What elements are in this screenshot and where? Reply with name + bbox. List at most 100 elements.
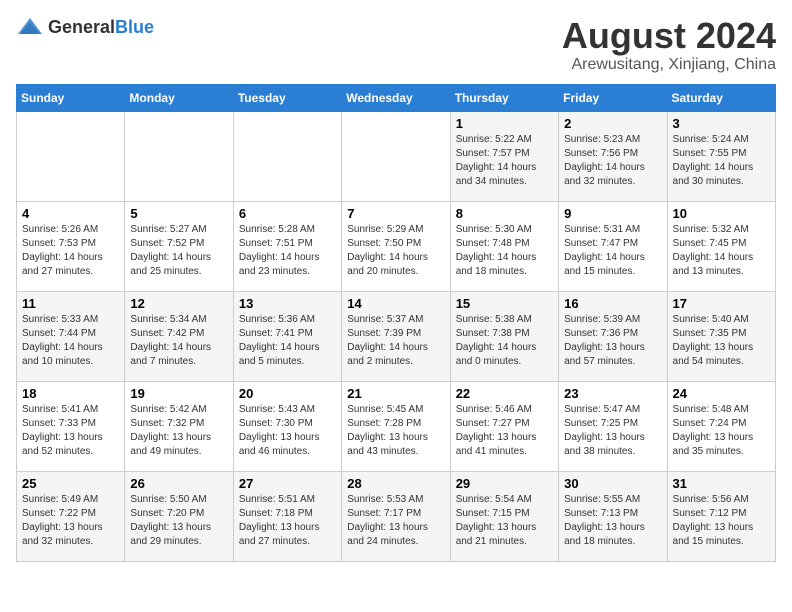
day-content-line: Sunrise: 5:50 AM [130,493,227,507]
day-cell: 17Sunrise: 5:40 AMSunset: 7:35 PMDayligh… [667,291,775,381]
weekday-header-monday: Monday [125,84,233,111]
day-content-line: and 49 minutes. [130,445,227,459]
day-content-line: Daylight: 14 hours [239,251,336,265]
day-number: 8 [456,206,553,221]
day-content-line: Sunrise: 5:45 AM [347,403,444,417]
day-content-line: Sunset: 7:17 PM [347,507,444,521]
day-content-line: Daylight: 13 hours [347,521,444,535]
day-number: 31 [673,476,770,491]
day-content-line: Sunrise: 5:38 AM [456,313,553,327]
weekday-header-friday: Friday [559,84,667,111]
day-content-line: Daylight: 14 hours [673,161,770,175]
day-content-line: and 52 minutes. [22,445,119,459]
day-content-line: Daylight: 13 hours [673,521,770,535]
day-cell: 23Sunrise: 5:47 AMSunset: 7:25 PMDayligh… [559,381,667,471]
day-content-line: Daylight: 13 hours [347,431,444,445]
day-cell: 9Sunrise: 5:31 AMSunset: 7:47 PMDaylight… [559,201,667,291]
day-content-line: Daylight: 13 hours [22,521,119,535]
day-number: 22 [456,386,553,401]
day-content-line: Sunrise: 5:26 AM [22,223,119,237]
day-cell: 11Sunrise: 5:33 AMSunset: 7:44 PMDayligh… [17,291,125,381]
day-content-line: Sunset: 7:47 PM [564,237,661,251]
day-content-line: and 41 minutes. [456,445,553,459]
day-content-line: and 25 minutes. [130,265,227,279]
day-content-line: Sunrise: 5:29 AM [347,223,444,237]
day-content-line: Sunset: 7:36 PM [564,327,661,341]
day-content-line: and 24 minutes. [347,535,444,549]
day-content-line: and 5 minutes. [239,355,336,369]
day-content-line: and 35 minutes. [673,445,770,459]
day-content-line: Sunrise: 5:53 AM [347,493,444,507]
day-content-line: Sunrise: 5:49 AM [22,493,119,507]
day-cell: 24Sunrise: 5:48 AMSunset: 7:24 PMDayligh… [667,381,775,471]
day-content-line: Sunset: 7:57 PM [456,147,553,161]
day-content-line: Daylight: 14 hours [22,341,119,355]
day-content-line: Sunrise: 5:39 AM [564,313,661,327]
day-content-line: Daylight: 13 hours [456,521,553,535]
day-content-line: Daylight: 14 hours [456,161,553,175]
day-number: 25 [22,476,119,491]
day-content-line: and 30 minutes. [673,175,770,189]
day-content-line: Sunset: 7:25 PM [564,417,661,431]
day-cell: 16Sunrise: 5:39 AMSunset: 7:36 PMDayligh… [559,291,667,381]
day-number: 4 [22,206,119,221]
day-number: 10 [673,206,770,221]
day-content-line: Sunrise: 5:32 AM [673,223,770,237]
day-number: 11 [22,296,119,311]
weekday-header-wednesday: Wednesday [342,84,450,111]
day-cell: 15Sunrise: 5:38 AMSunset: 7:38 PMDayligh… [450,291,558,381]
day-content-line: Sunset: 7:28 PM [347,417,444,431]
week-row-2: 4Sunrise: 5:26 AMSunset: 7:53 PMDaylight… [17,201,776,291]
day-cell [17,111,125,201]
day-content-line: Sunrise: 5:28 AM [239,223,336,237]
day-cell: 25 Sunrise: 5:49 AMSunset: 7:22 PMDayligh… [17,471,125,561]
day-content-line: Sunset: 7:45 PM [673,237,770,251]
day-cell: 3Sunrise: 5:24 AMSunset: 7:55 PMDaylight… [667,111,775,201]
day-content-line: Sunset: 7:51 PM [239,237,336,251]
day-content-line: and 2 minutes. [347,355,444,369]
logo: GeneralBlue [16,16,154,38]
day-content-line: Sunrise: 5:51 AM [239,493,336,507]
day-content-line: Sunrise: 5:42 AM [130,403,227,417]
day-content-line: Daylight: 14 hours [347,341,444,355]
day-content-line: Daylight: 13 hours [130,521,227,535]
day-number: 7 [347,206,444,221]
day-content-line: Daylight: 13 hours [239,521,336,535]
day-content-line: Sunset: 7:48 PM [456,237,553,251]
day-content-line: Sunset: 7:18 PM [239,507,336,521]
day-cell: 8 Sunrise: 5:30 AMSunset: 7:48 PMDaylight… [450,201,558,291]
month-year: August 2024 [562,16,776,56]
day-content-line: Daylight: 13 hours [673,431,770,445]
day-content-line: and 43 minutes. [347,445,444,459]
day-content-line: Daylight: 14 hours [347,251,444,265]
day-cell: 12Sunrise: 5:34 AMSunset: 7:42 PMDayligh… [125,291,233,381]
day-content-line: and 27 minutes. [239,535,336,549]
day-content-line: Sunset: 7:56 PM [564,147,661,161]
day-content-line: Sunrise: 5:48 AM [673,403,770,417]
day-content-line: Sunset: 7:12 PM [673,507,770,521]
day-content-line: and 32 minutes. [564,175,661,189]
day-content-line: Daylight: 13 hours [456,431,553,445]
day-content-line: and 32 minutes. [22,535,119,549]
day-number: 3 [673,116,770,131]
week-row-5: 25Sunrise: 5:49 AMSunset: 7:22 PMDayligh… [17,471,776,561]
day-content-line: Daylight: 14 hours [130,251,227,265]
location: Arewusitang, Xinjiang, China [562,56,776,74]
day-cell: 7Sunrise: 5:29 AMSunset: 7:50 PMDaylight… [342,201,450,291]
day-number: 9 [564,206,661,221]
day-cell: 21Sunrise: 5:45 AMSunset: 7:28 PMDayligh… [342,381,450,471]
day-number: 1 [456,116,553,131]
day-content-line: and 10 minutes. [22,355,119,369]
day-content-line: Sunrise: 5:22 AM [456,133,553,147]
day-cell [342,111,450,201]
day-number: 18 [22,386,119,401]
day-content-line: Sunset: 7:22 PM [22,507,119,521]
day-content-line: Daylight: 14 hours [456,341,553,355]
day-cell: 6Sunrise: 5:28 AMSunset: 7:51 PMDaylight… [233,201,341,291]
day-content-line: Sunrise: 5:34 AM [130,313,227,327]
day-number: 27 [239,476,336,491]
day-content-line: Sunrise: 5:30 AM [456,223,553,237]
day-content-line: Daylight: 14 hours [456,251,553,265]
day-number: 30 [564,476,661,491]
day-content-line: Daylight: 13 hours [673,341,770,355]
